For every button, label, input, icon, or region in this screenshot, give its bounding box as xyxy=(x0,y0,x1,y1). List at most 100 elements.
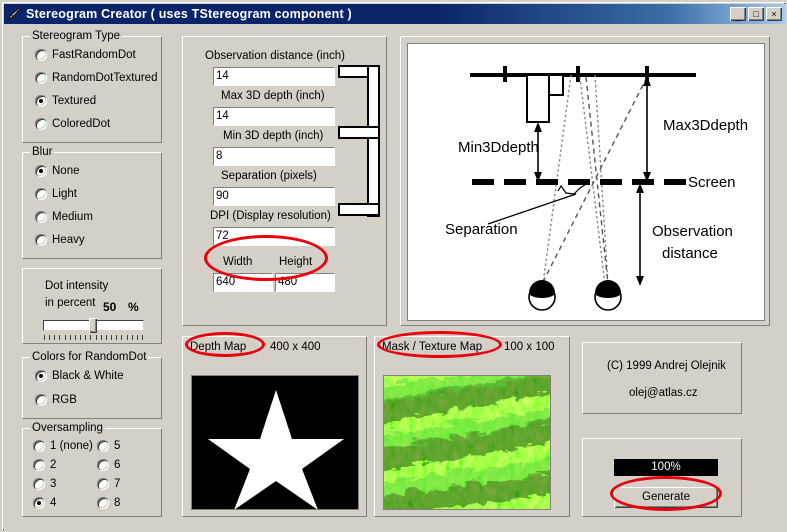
radio-indicator xyxy=(33,459,45,471)
radio-label: FastRandomDot xyxy=(52,49,136,61)
window-client-area: Stereogram Type FastRandomDot RandomDotT… xyxy=(4,24,785,530)
radio-label: Medium xyxy=(52,211,93,223)
generate-button[interactable]: Generate xyxy=(614,487,718,508)
oversampling-group: Oversampling 1 (none) 2 3 4 5 6 7 8 xyxy=(22,422,162,517)
radio-indicator xyxy=(97,497,109,509)
maximize-icon: □ xyxy=(753,9,759,19)
radio-blur-heavy[interactable]: Heavy xyxy=(35,234,85,246)
radio-label: 1 (none) xyxy=(50,440,93,452)
radio-indicator xyxy=(35,234,47,246)
diagram-label-max-depth: Max3Ddepth xyxy=(663,117,748,134)
radio-indicator xyxy=(35,49,47,61)
diagram-svg: Max3Ddepth Min3Ddepth Screen Separation … xyxy=(445,66,748,311)
radio-label: 8 xyxy=(114,497,121,509)
height-label: Height xyxy=(279,256,313,268)
radio-label: Textured xyxy=(52,95,97,107)
radio-label: 4 xyxy=(50,497,57,509)
observation-distance-label: Observation distance (inch) xyxy=(205,50,345,62)
credits-line-1: (C) 1999 Andrej Olejnik xyxy=(607,360,726,372)
width-label: Width xyxy=(223,256,253,268)
diagram-label-observation-2: distance xyxy=(662,245,718,262)
radio-oversampling-2[interactable]: 2 xyxy=(33,459,56,471)
title-bar-buttons: _ □ × xyxy=(730,7,782,21)
diagram-label-observation-1: Observation xyxy=(652,223,733,240)
radio-indicator xyxy=(35,95,47,107)
radio-textured[interactable]: Textured xyxy=(35,95,96,107)
radio-indicator xyxy=(97,440,109,452)
blur-caption: Blur xyxy=(30,146,55,158)
rocket-icon xyxy=(6,6,22,22)
radio-fastrandomdot[interactable]: FastRandomDot xyxy=(35,49,136,61)
minimize-button[interactable]: _ xyxy=(730,7,746,21)
radio-blur-light[interactable]: Light xyxy=(35,188,77,200)
diagram-label-min-depth: Min3Ddepth xyxy=(458,139,539,156)
radio-indicator xyxy=(35,370,47,382)
radio-label: Light xyxy=(52,188,77,200)
texture-map-size: 100 x 100 xyxy=(504,341,555,353)
close-icon: × xyxy=(771,9,777,19)
diagram-canvas: Max3Ddepth Min3Ddepth Screen Separation … xyxy=(407,43,765,321)
radio-oversampling-7[interactable]: 7 xyxy=(97,478,120,490)
height-input[interactable]: 480 xyxy=(275,273,335,292)
dot-intensity-unit: % xyxy=(128,300,139,314)
dot-intensity-label-line1: Dot intensity xyxy=(45,280,109,292)
radio-oversampling-5[interactable]: 5 xyxy=(97,440,120,452)
texture-map-panel xyxy=(374,336,570,517)
radio-oversampling-8[interactable]: 8 xyxy=(97,497,120,509)
radio-label: ColoredDot xyxy=(52,118,111,130)
radio-indicator xyxy=(35,72,47,84)
dot-intensity-slider-thumb[interactable] xyxy=(89,318,97,333)
radio-oversampling-6[interactable]: 6 xyxy=(97,459,120,471)
radio-oversampling-4[interactable]: 4 xyxy=(33,497,56,509)
progress-label: 100% xyxy=(651,461,681,473)
radio-indicator xyxy=(33,497,45,509)
texture-map-image[interactable] xyxy=(383,375,551,510)
radio-coloreddot[interactable]: ColoredDot xyxy=(35,118,110,130)
radio-oversampling-1[interactable]: 1 (none) xyxy=(33,440,93,452)
width-input[interactable]: 640 xyxy=(213,273,273,292)
bracket-diagram-icon xyxy=(338,65,386,217)
window-title: Stereogram Creator ( uses TStereogram co… xyxy=(26,7,352,21)
generate-panel: 100% Generate xyxy=(582,438,742,517)
radio-indicator xyxy=(33,440,45,452)
close-button[interactable]: × xyxy=(766,7,782,21)
dot-intensity-label-line2: in percent xyxy=(45,297,96,309)
radio-indicator xyxy=(35,211,47,223)
radio-blur-medium[interactable]: Medium xyxy=(35,211,93,223)
blur-group: Blur None Light Medium Heavy xyxy=(22,146,162,259)
radio-indicator xyxy=(97,459,109,471)
dpi-input[interactable]: 72 xyxy=(213,227,335,246)
application-window: Stereogram Creator ( uses TStereogram co… xyxy=(0,0,787,532)
radio-label: 6 xyxy=(114,459,121,471)
colors-for-randomdot-group: Colors for RandomDot Black & White RGB xyxy=(22,351,162,419)
radio-label: None xyxy=(52,165,80,177)
minimize-icon: _ xyxy=(735,11,741,21)
radio-label: RGB xyxy=(52,394,77,406)
depth-map-size: 400 x 400 xyxy=(270,341,321,353)
radio-label: 2 xyxy=(50,459,57,471)
credits-line-2: olej@atlas.cz xyxy=(629,387,698,399)
max-3d-depth-label: Max 3D depth (inch) xyxy=(221,90,325,102)
stereogram-type-group: Stereogram Type FastRandomDot RandomDotT… xyxy=(22,30,162,143)
min-3d-depth-input[interactable]: 8 xyxy=(213,147,335,166)
dot-intensity-slider-ticks xyxy=(44,335,143,340)
dot-intensity-value: 50 xyxy=(103,300,117,314)
radio-randomdottextured[interactable]: RandomDotTextured xyxy=(35,72,157,84)
radio-indicator xyxy=(97,478,109,490)
diagram-label-screen: Screen xyxy=(688,174,736,191)
depth-map-title: Depth Map xyxy=(190,341,247,353)
radio-black-and-white[interactable]: Black & White xyxy=(35,370,124,382)
texture-map-title: Mask / Texture Map xyxy=(382,341,483,353)
radio-rgb[interactable]: RGB xyxy=(35,394,77,406)
credits-panel: (C) 1999 Andrej Olejnik olej@atlas.cz xyxy=(582,342,742,414)
dpi-label: DPI (Display resolution) xyxy=(210,210,331,222)
max-3d-depth-input[interactable]: 14 xyxy=(213,107,335,126)
maximize-button[interactable]: □ xyxy=(748,7,764,21)
separation-input[interactable]: 90 xyxy=(213,187,335,206)
radio-oversampling-3[interactable]: 3 xyxy=(33,478,56,490)
depth-map-image[interactable] xyxy=(191,375,359,510)
radio-blur-none[interactable]: None xyxy=(35,165,80,177)
observation-distance-input[interactable]: 14 xyxy=(213,67,335,86)
stereogram-type-caption: Stereogram Type xyxy=(30,30,123,42)
depth-map-panel xyxy=(182,336,367,517)
